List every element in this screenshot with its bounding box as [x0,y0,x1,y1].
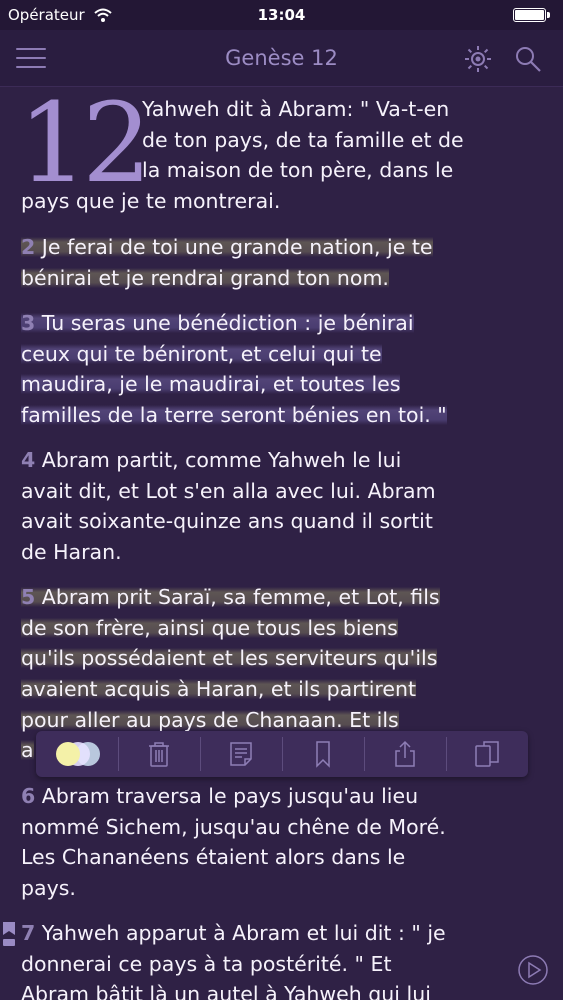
highlight-color-button[interactable] [36,731,118,777]
bookmark-icon [316,741,330,768]
share-button[interactable] [364,731,446,777]
verse-text: ceux qui te béniront, et celui qui te [21,342,382,366]
verse-line: Les Chananéens étaient alors dans le [21,845,406,869]
chapter-number: 12 [18,86,152,207]
copy-button[interactable] [446,731,528,777]
note-icon [230,742,252,766]
brightness-button[interactable] [463,44,493,74]
verse-line: ceux qui te béniront, et celui qui te [21,339,546,370]
verse-line: la maison de ton père, dans le [142,158,454,182]
verse-text: qu'ils possédaient et les serviteurs qu'… [21,646,438,670]
verse-line: de ton pays, de ta famille et de [142,128,464,152]
verse-line: de son frère, ainsi que tous les biens [21,613,546,644]
verse-line: familles de la terre seront bénies en to… [21,400,546,431]
verse-number: 5 [21,585,36,609]
verse-line: bénirai et je rendrai grand ton nom. [21,263,546,294]
delete-button[interactable] [118,731,200,777]
verse-text: avaient acquis à Haran, et ils partirent [21,677,417,701]
verse-line: 5 Abram prit Saraï, sa femme, et Lot, fi… [21,582,546,613]
verse-line: 6 Abram traversa le pays jusqu'au lieu [21,781,546,812]
verse-action-toolbar [36,731,528,777]
verse-line: qu'ils possédaient et les serviteurs qu'… [21,643,546,674]
verse-text: familles de la terre seront bénies en to… [21,403,447,427]
verse-text: pour aller au pays de Chanaan. Et ils [21,708,399,732]
verse-number: 6 [21,784,36,808]
verse-line: nommé Sichem, jusqu'au chêne de Moré. [21,815,446,839]
verse-text: Je ferai de toi une grande nation, je te [41,235,433,259]
verse-line: avait soixante-quinze ans quand il sorti… [21,509,433,533]
audio-play-button[interactable] [517,954,549,986]
verse-line: de Haran. [21,540,122,564]
verse-text: Abram traversa le pays jusqu'au lieu [41,784,419,808]
verse-line: 7 Yahweh apparut à Abram et lui dit : " … [21,918,546,949]
verse-line: pays. [21,876,76,900]
verse-line: 3 Tu seras une bénédiction : je bénirai [21,308,546,339]
chapter-text[interactable]: 12 Yahweh dit à Abram: " Va-t-en de ton … [0,86,563,1000]
play-icon [518,955,548,985]
note-button[interactable] [200,731,282,777]
brightness-icon [465,46,491,72]
copy-icon [475,741,499,767]
verse-number: 4 [21,448,36,472]
verse-text: Tu seras une bénédiction : je bénirai [41,311,414,335]
bookmark-button[interactable] [282,731,364,777]
verse-line: maudira, je le maudirai, et toutes les [21,369,546,400]
verse-text: de son frère, ainsi que tous les biens [21,616,398,640]
bookmark-marker-icon[interactable] [2,922,16,948]
battery-icon [513,8,553,22]
nav-bar: Genèse 12 [0,30,563,87]
verse-line: 2 Je ferai de toi une grande nation, je … [21,232,546,263]
verse-text: Abram partit, comme Yahweh le lui [41,448,402,472]
share-icon [395,740,415,767]
verse-line: Abram bâtit là un autel à Yahweh qui lui [21,982,431,1000]
verse-line: avait dit, et Lot s'en alla avec lui. Ab… [21,479,436,503]
highlight-colors-icon [56,742,100,766]
verse-text: Abram prit Saraï, sa femme, et Lot, fils [41,585,440,609]
verse-text: maudira, je le maudirai, et toutes les [21,372,401,396]
verse-line: donnerai ce pays à ta postérité. " Et [21,952,392,976]
verse-number: 3 [21,311,36,335]
status-time: 13:04 [257,6,306,24]
verse-line: 4 Abram partit, comme Yahweh le lui [21,445,546,476]
trash-icon [149,742,169,767]
status-bar: Opérateur 13:04 [0,0,563,30]
verse-text: a [21,738,34,762]
verse-number: 7 [21,921,36,945]
search-button[interactable] [513,44,543,74]
verse-text: Yahweh apparut à Abram et lui dit : " je [41,921,446,945]
verse-line: Yahweh dit à Abram: " Va-t-en [142,97,450,121]
verse-number: 2 [21,235,36,259]
verse-line: pays que je te montrerai. [21,189,281,213]
verse-text: bénirai et je rendrai grand ton nom. [21,266,389,290]
search-icon [516,47,541,72]
verse-line: avaient acquis à Haran, et ils partirent [21,674,546,705]
